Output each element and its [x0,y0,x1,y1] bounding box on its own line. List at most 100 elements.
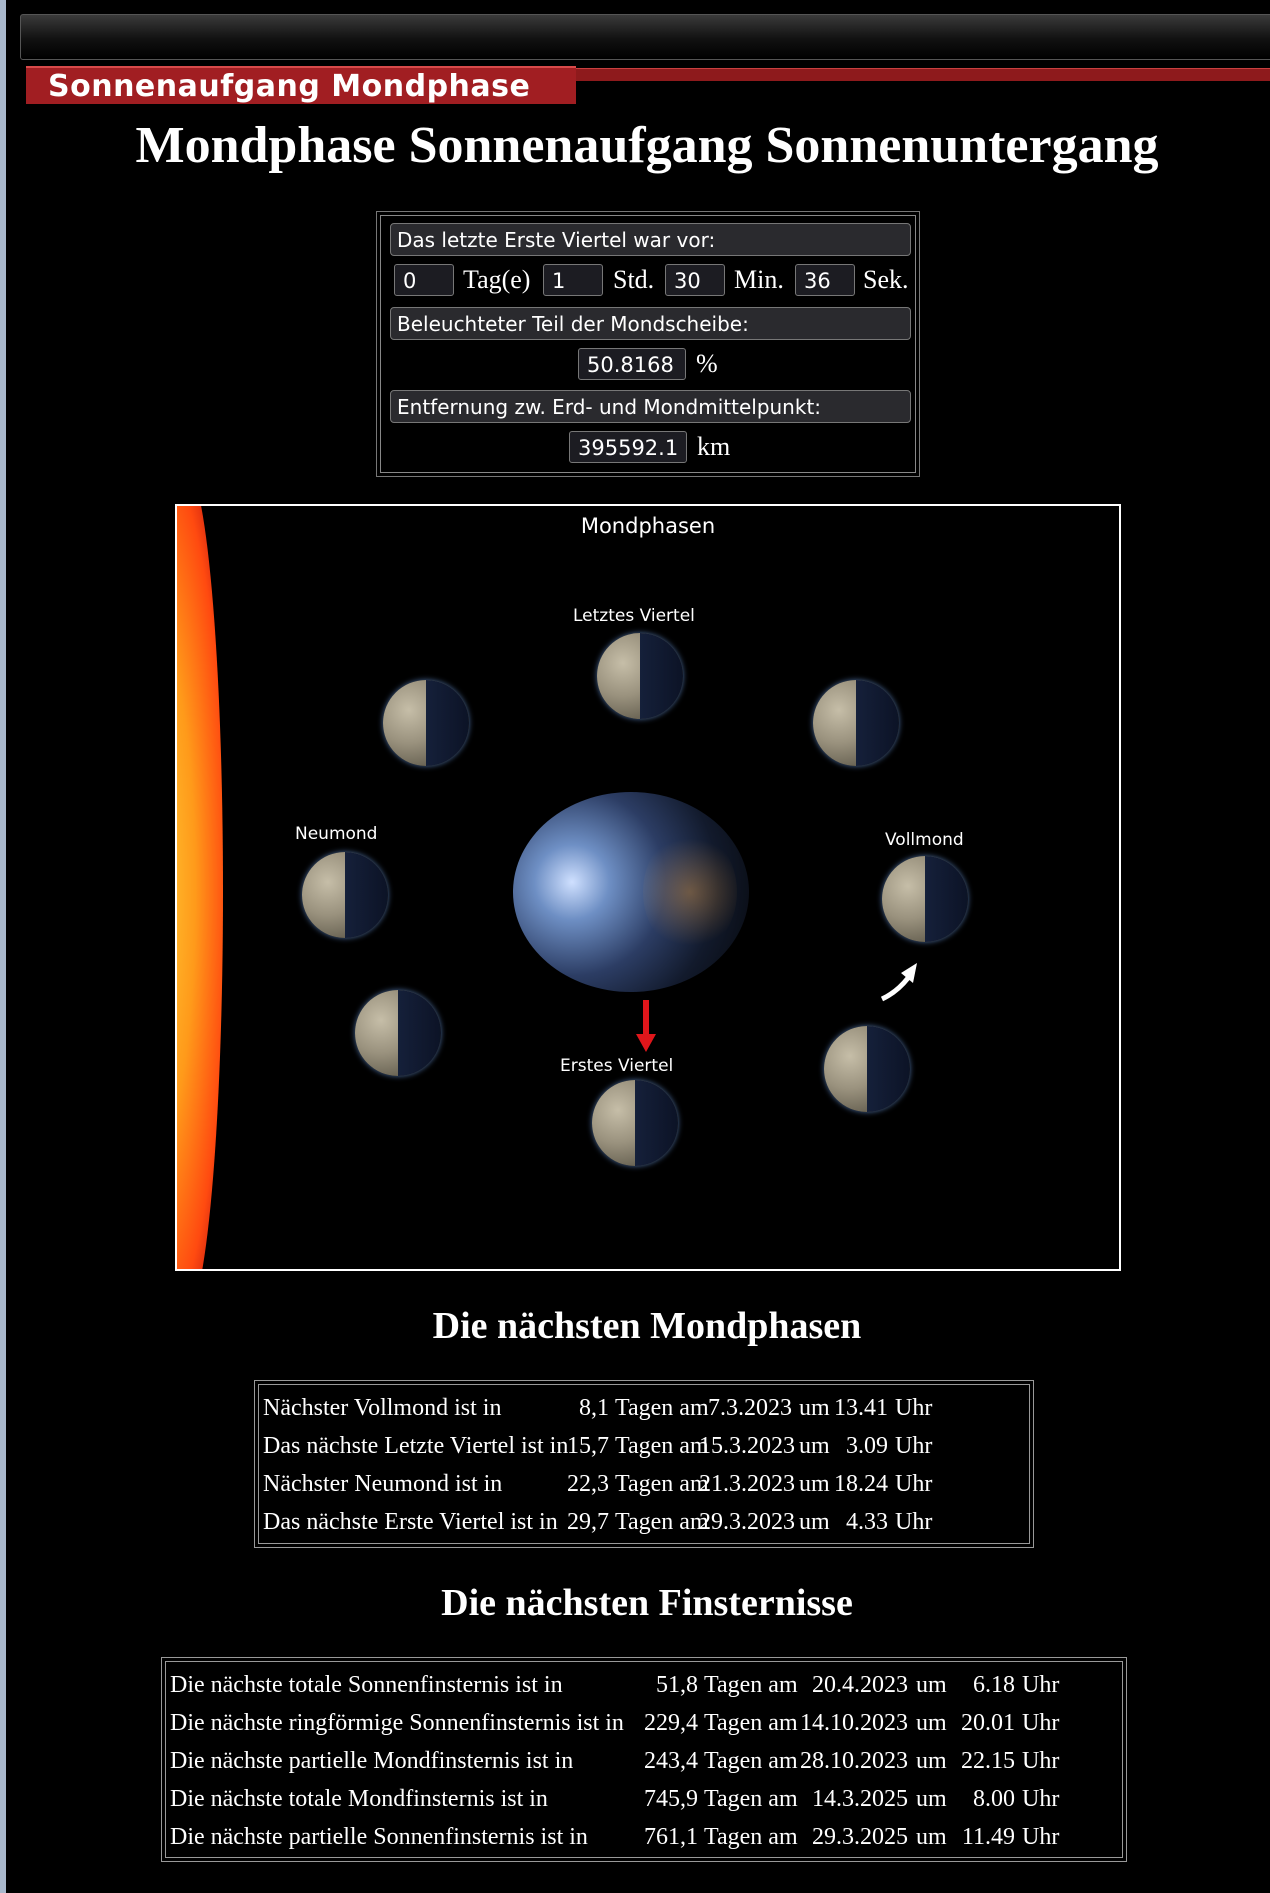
minutes-field[interactable]: 30 [665,264,725,296]
next-phases-inner: Nächster Vollmond ist in 8,1 Tagen am 7.3.2… [258,1384,1030,1544]
cell-um: um [799,1395,830,1421]
white-arrow-icon [880,963,917,1002]
cell-um: um [916,1672,947,1698]
hours-unit: Std. [613,265,655,294]
cell-uhr: Uhr [895,1433,933,1459]
days-unit: Tag(e) [463,265,531,294]
cell-uhr: Uhr [1022,1748,1060,1774]
days-field[interactable]: 0 [394,264,454,296]
hours-field[interactable]: 1 [543,264,603,296]
next-eclipses-inner: Die nächste totale Sonnenfinsternis ist … [165,1661,1123,1858]
cell-tagen: Tagen am [704,1824,798,1850]
moon-info-box: Das letzte Erste Viertel war vor: 0 Tag(… [376,211,920,477]
cell-tagen: Tagen am [615,1433,709,1459]
cell-time: 4.33 [846,1509,888,1535]
cell-time: 11.49 [961,1824,1015,1850]
header-tab[interactable]: Sonnenaufgang Mondphase [26,66,576,104]
cell-time: 3.09 [846,1433,888,1459]
cell-date: 14.10.2023 [800,1710,908,1736]
cell-days: 229,4 [644,1710,698,1736]
cell-time: 22.15 [961,1748,1015,1774]
cell-uhr: Uhr [1022,1672,1060,1698]
top-menu-bar [20,14,1270,60]
cell-days: 761,1 [644,1824,698,1850]
illumination-label: Beleuchteter Teil der Mondscheibe: [390,307,911,340]
next-eclipses-heading: Die nächsten Finsternisse [441,1582,853,1624]
seconds-unit: Sek. [863,265,909,294]
seconds-field[interactable]: 36 [795,264,855,296]
cell-date: 29.3.2023 [699,1509,795,1535]
cell-label: Die nächste ringförmige Sonnenfinsternis… [170,1710,624,1736]
header-accent-line [576,68,1270,81]
table-row: Nächster Vollmond ist in 8,1 Tagen am 7.3.2… [259,1389,1029,1427]
moon-info-inner: Das letzte Erste Viertel war vor: 0 Tag(… [380,215,916,473]
illumination-unit: % [696,349,718,378]
cell-um: um [916,1786,947,1812]
cell-label: Nächster Vollmond ist in [263,1395,502,1421]
cell-date: 15.3.2023 [699,1433,795,1459]
cell-days: 8,1 [579,1395,609,1421]
cell-time: 20.01 [961,1710,1015,1736]
cell-uhr: Uhr [895,1471,933,1497]
cell-time: 13.41 [834,1395,888,1421]
cell-uhr: Uhr [1022,1786,1060,1812]
moon-phase-diagram: Mondphasen Letztes Viertel Neumond Vollm… [175,504,1121,1271]
cell-days: 243,4 [644,1748,698,1774]
header-tab-label: Sonnenaufgang Mondphase [48,69,531,104]
cell-days: 51,8 [656,1672,698,1698]
page-title: Mondphase Sonnenaufgang Sonnenuntergang [135,117,1159,174]
table-row: Die nächste ringförmige Sonnenfinsternis… [166,1704,1122,1742]
cell-um: um [916,1748,947,1774]
last-phase-label: Das letzte Erste Viertel war vor: [390,223,911,256]
table-row: Die nächste partielle Sonnenfinsternis i… [166,1818,1122,1856]
page: Sonnenaufgang Mondphase Mondphase Sonnen… [6,0,1270,1893]
cell-uhr: Uhr [1022,1710,1060,1736]
distance-unit: km [697,432,731,461]
table-row: Die nächste totale Mondfinsternis ist in… [166,1780,1122,1818]
cell-days: 29,7 [567,1509,609,1535]
cell-time: 8.00 [973,1786,1015,1812]
cell-tagen: Tagen am [704,1672,798,1698]
minutes-unit: Min. [734,265,784,294]
cell-label: Das nächste Letzte Viertel ist in [263,1433,569,1459]
cell-uhr: Uhr [1022,1824,1060,1850]
cell-time: 6.18 [973,1672,1015,1698]
table-row: Die nächste partielle Mondfinsternis ist… [166,1742,1122,1780]
cell-date: 7.3.2023 [708,1395,792,1421]
table-row: Das nächste Erste Viertel ist in 29,7 Tage… [259,1503,1029,1541]
cell-days: 15,7 [567,1433,609,1459]
cell-tagen: Tagen am [615,1395,709,1421]
cell-um: um [916,1824,947,1850]
cell-tagen: Tagen am [704,1748,798,1774]
cell-um: um [799,1433,830,1459]
cell-days: 22,3 [567,1471,609,1497]
cell-um: um [799,1509,830,1535]
cell-date: 29.3.2025 [812,1824,908,1850]
illumination-field[interactable]: 50.8168 [578,348,686,380]
cell-time: 18.24 [834,1471,888,1497]
cell-uhr: Uhr [895,1509,933,1535]
distance-label: Entfernung zw. Erd- und Mondmittelpunkt: [390,390,911,423]
distance-field[interactable]: 395592.1 [569,431,687,463]
cell-label: Das nächste Erste Viertel ist in [263,1509,558,1535]
cell-tagen: Tagen am [704,1786,798,1812]
table-row: Nächster Neumond ist in 22,3 Tagen am 21.3.… [259,1465,1029,1503]
cell-date: 14.3.2025 [812,1786,908,1812]
cell-um: um [799,1471,830,1497]
cell-date: 28.10.2023 [800,1748,908,1774]
cell-label: Die nächste partielle Mondfinsternis ist… [170,1748,574,1774]
arrows [636,963,917,1052]
cell-date: 20.4.2023 [812,1672,908,1698]
cell-date: 21.3.2023 [699,1471,795,1497]
cell-uhr: Uhr [895,1395,933,1421]
red-arrow-icon [636,1000,656,1052]
cell-label: Nächster Neumond ist in [263,1471,503,1497]
cell-tagen: Tagen am [615,1509,709,1535]
cell-tagen: Tagen am [704,1710,798,1736]
next-phases-heading: Die nächsten Mondphasen [432,1305,862,1347]
cell-label: Die nächste totale Mondfinsternis ist in [170,1786,548,1812]
cell-label: Die nächste totale Sonnenfinsternis ist … [170,1672,563,1698]
cell-um: um [916,1710,947,1736]
table-row: Die nächste totale Sonnenfinsternis ist … [166,1666,1122,1704]
table-row: Das nächste Letzte Viertel ist in 15,7 Tag… [259,1427,1029,1465]
